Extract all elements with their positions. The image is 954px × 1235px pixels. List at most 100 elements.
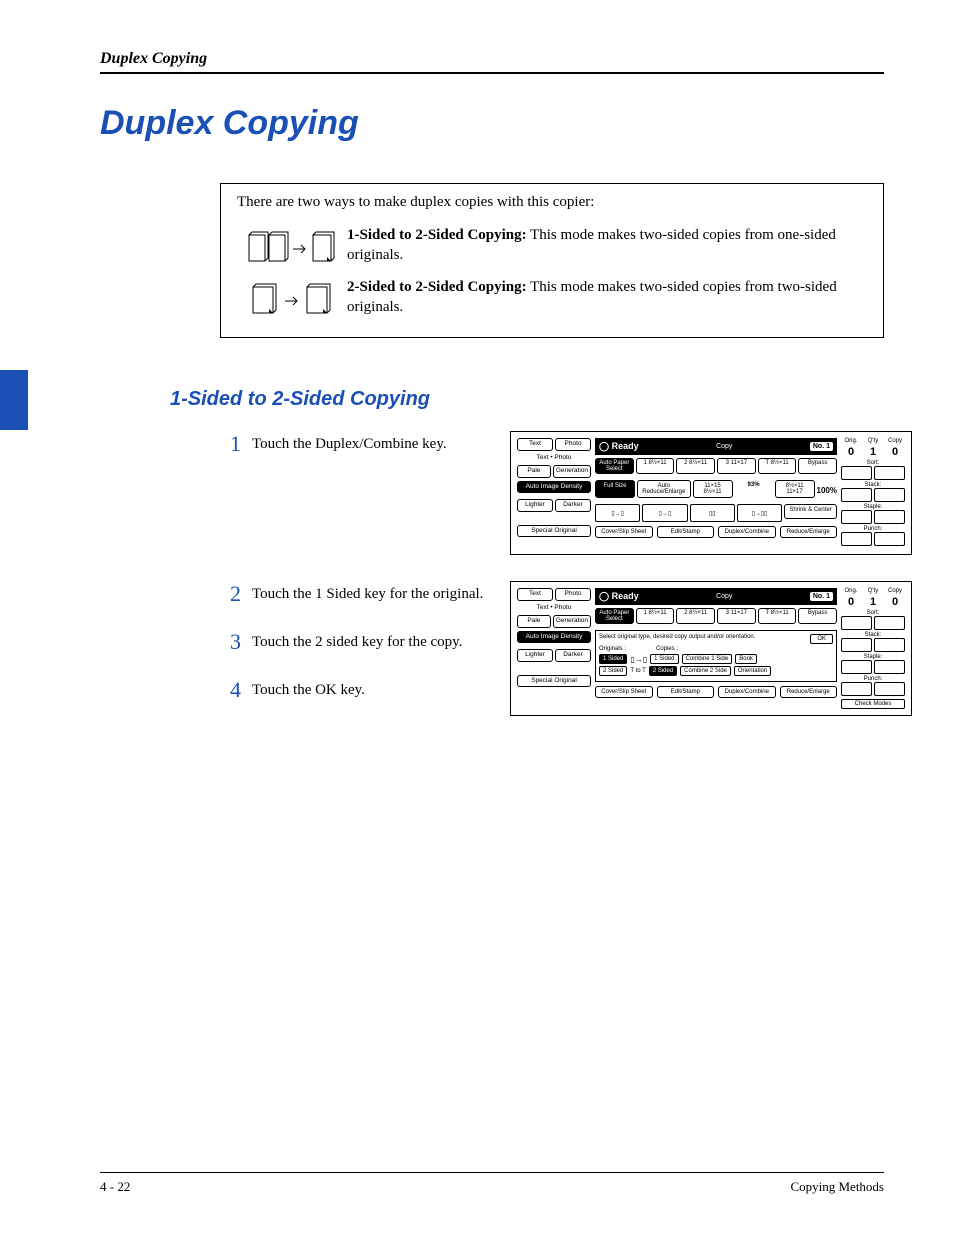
- orig-2sided-button[interactable]: 2 Sided: [599, 666, 627, 676]
- full-size-button[interactable]: Full Size: [595, 480, 635, 498]
- text-photo-label: Text • Photo: [517, 604, 591, 613]
- staple-opt[interactable]: [874, 510, 905, 524]
- cover-slip-button[interactable]: Cover/Slip Sheet: [595, 686, 653, 698]
- edit-stamp-button[interactable]: Edit/Stamp: [657, 686, 715, 698]
- preset-icon[interactable]: ▯▯: [690, 504, 735, 522]
- punch-opt[interactable]: [841, 682, 872, 696]
- screen-duplex: TextPhoto Text • Photo PaleGeneration Au…: [510, 581, 912, 716]
- orig-count: 0: [841, 596, 861, 608]
- ratio-a-button[interactable]: 11×15 8½×11: [693, 480, 733, 498]
- pale-button[interactable]: Pale: [517, 465, 551, 478]
- hundred-pct: 100%: [817, 486, 837, 495]
- sort-opt[interactable]: [841, 616, 872, 630]
- ok-button[interactable]: OK: [810, 634, 833, 644]
- ttot-label: T to T: [630, 668, 645, 674]
- mode1-icon: [237, 229, 347, 269]
- stack-opt[interactable]: [841, 638, 872, 652]
- step3-text: Touch the 2 sided key for the copy.: [252, 629, 462, 655]
- cover-slip-button[interactable]: Cover/Slip Sheet: [595, 526, 653, 538]
- qty-label: Q'ty: [863, 438, 883, 444]
- pale-button[interactable]: Pale: [517, 615, 551, 628]
- bypass-button[interactable]: Bypass: [798, 608, 837, 624]
- staple-opt[interactable]: [841, 510, 872, 524]
- generation-button[interactable]: Generation: [553, 465, 591, 478]
- preset-icon[interactable]: ▯→▯: [642, 504, 687, 522]
- zoom-pct: 93%: [735, 480, 773, 498]
- orig-label: Orig.: [841, 438, 861, 444]
- main-title: Duplex Copying: [100, 104, 884, 143]
- copy-label: Copy: [716, 593, 732, 600]
- check-modes-button[interactable]: Check Modes: [841, 699, 905, 709]
- sort-opt[interactable]: [874, 616, 905, 630]
- copy-count: 0: [885, 596, 905, 608]
- combine1-button[interactable]: Combine 1 Side: [682, 654, 733, 664]
- reduce-enlarge-button[interactable]: Reduce/Enlarge: [780, 526, 838, 538]
- punch-opt[interactable]: [841, 532, 872, 546]
- darker-button[interactable]: Darker: [555, 649, 591, 662]
- tray2-button[interactable]: 2 8½×11: [676, 608, 715, 624]
- photo-button[interactable]: Photo: [555, 588, 591, 601]
- punch-opt[interactable]: [874, 532, 905, 546]
- tray2-button[interactable]: 2 8½×11: [676, 458, 715, 474]
- screen-main: TextPhoto Text • Photo PaleGeneration Au…: [510, 431, 912, 555]
- edit-stamp-button[interactable]: Edit/Stamp: [657, 526, 715, 538]
- stack-opt[interactable]: [874, 488, 905, 502]
- tray4-button[interactable]: T 8½×11: [758, 458, 797, 474]
- sort-opt[interactable]: [841, 466, 872, 480]
- shrink-center-button[interactable]: Shrink & Center: [784, 504, 837, 519]
- auto-paper-button[interactable]: Auto Paper Select: [595, 458, 634, 474]
- lighter-button[interactable]: Lighter: [517, 649, 553, 662]
- combine2-button[interactable]: Combine 2 Side: [680, 666, 731, 676]
- orig-label: Orig.: [841, 588, 861, 594]
- staple-opt[interactable]: [841, 660, 872, 674]
- mode2-icon: [237, 281, 347, 321]
- auto-reduce-button[interactable]: Auto Reduce/Enlarge: [637, 480, 691, 498]
- auto-density-button[interactable]: Auto Image Density: [517, 481, 591, 494]
- step2-num: 2: [230, 581, 252, 607]
- tray1-button[interactable]: 1 8½×11: [636, 608, 675, 624]
- job-no: No. 1: [810, 592, 833, 601]
- section-title: 1-Sided to 2-Sided Copying: [170, 388, 884, 411]
- copy-count-label: Copy: [885, 588, 905, 594]
- book-button[interactable]: Book: [735, 654, 757, 664]
- duplex-combine-button[interactable]: Duplex/Combine: [718, 526, 776, 538]
- punch-opt[interactable]: [874, 682, 905, 696]
- auto-paper-button[interactable]: Auto Paper Select: [595, 608, 634, 624]
- orig-1sided-button[interactable]: 1 Sided: [599, 654, 627, 664]
- text-photo-label: Text • Photo: [517, 454, 591, 463]
- text-button[interactable]: Text: [517, 588, 553, 601]
- qty-count: 1: [863, 446, 883, 458]
- duplex-hint: Select original type, desired copy outpu…: [599, 634, 755, 644]
- ratio-b-button[interactable]: 8½×11 11×17: [775, 480, 815, 498]
- copy-1sided-button[interactable]: 1 Sided: [650, 654, 678, 664]
- tray4-button[interactable]: T 8½×11: [758, 608, 797, 624]
- running-head: Duplex Copying: [100, 50, 884, 74]
- darker-button[interactable]: Darker: [555, 499, 591, 512]
- intro-line: There are two ways to make duplex copies…: [237, 194, 867, 211]
- preset-icon[interactable]: ▯→▯: [595, 504, 640, 522]
- generation-button[interactable]: Generation: [553, 615, 591, 628]
- job-no: No. 1: [810, 442, 833, 451]
- duplex-combine-button[interactable]: Duplex/Combine: [718, 686, 776, 698]
- sort-opt[interactable]: [874, 466, 905, 480]
- orientation-button[interactable]: Orientation: [734, 666, 771, 676]
- lighter-button[interactable]: Lighter: [517, 499, 553, 512]
- tray1-button[interactable]: 1 8½×11: [636, 458, 675, 474]
- tray3-button[interactable]: 3 11×17: [717, 458, 756, 474]
- staple-opt[interactable]: [874, 660, 905, 674]
- step1-num: 1: [230, 431, 252, 457]
- tray3-button[interactable]: 3 11×17: [717, 608, 756, 624]
- photo-button[interactable]: Photo: [555, 438, 591, 451]
- bypass-button[interactable]: Bypass: [798, 458, 837, 474]
- special-original-button[interactable]: Special Original: [517, 675, 591, 688]
- stack-opt[interactable]: [841, 488, 872, 502]
- reduce-enlarge-button[interactable]: Reduce/Enlarge: [780, 686, 838, 698]
- page-number: 4 - 22: [100, 1179, 130, 1195]
- copy-2sided-button[interactable]: 2 Sided: [649, 666, 677, 676]
- stack-opt[interactable]: [874, 638, 905, 652]
- text-button[interactable]: Text: [517, 438, 553, 451]
- special-original-button[interactable]: Special Original: [517, 525, 591, 538]
- auto-density-button[interactable]: Auto Image Density: [517, 631, 591, 644]
- step1-text: Touch the Duplex/Combine key.: [252, 431, 447, 454]
- preset-icon[interactable]: ▯→▯▯: [737, 504, 782, 522]
